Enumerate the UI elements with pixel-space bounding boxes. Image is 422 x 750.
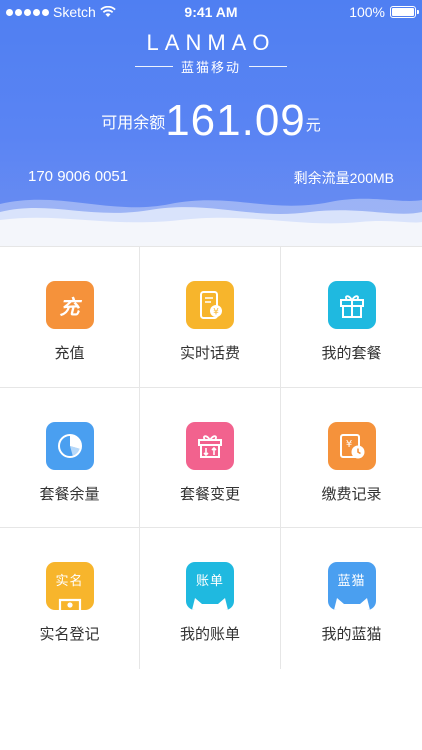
header-wave-decoration — [0, 198, 422, 246]
logo-divider — [134, 66, 173, 67]
menu-item-label: 缴费记录 — [321, 485, 382, 503]
menu-item-package-balance[interactable]: 套餐余量 — [0, 388, 140, 528]
payment-record-icon: ¥ — [327, 422, 376, 470]
menu-item-label: 充值 — [54, 344, 85, 362]
menu-item-label: 我的蓝猫 — [321, 625, 382, 643]
menu-item-label: 实时话费 — [179, 344, 240, 362]
package-change-icon — [186, 422, 234, 470]
pie-chart-icon — [45, 422, 94, 470]
bill-cat-icon: 账单 — [186, 562, 234, 610]
balance-amount: 161.09 — [165, 96, 306, 145]
phone-bill-icon: ¥ — [186, 281, 234, 329]
menu-item-recharge[interactable]: 充 充值 — [0, 247, 140, 388]
traffic-value: 200MB — [349, 170, 394, 186]
lanmao-glyph: 蓝猫 — [337, 574, 366, 589]
status-bar: Sketch 9:41 AM 100% — [0, 0, 422, 26]
lanmao-logo: LANMAO 蓝猫移动 — [0, 30, 422, 76]
balance-unit: 元 — [305, 116, 321, 134]
svg-text:¥: ¥ — [213, 308, 219, 318]
menu-item-real-name[interactable]: 实名 实名登记 — [0, 528, 140, 669]
menu-item-label: 我的套餐 — [321, 344, 382, 362]
account-header: Sketch 9:41 AM 100% LANMAO 蓝猫移动 可用余额161.… — [0, 0, 422, 246]
logo-subtitle: 蓝猫移动 — [180, 61, 241, 76]
menu-item-package-change[interactable]: 套餐变更 — [140, 388, 281, 528]
logo-divider — [249, 66, 287, 67]
menu-item-payment-record[interactable]: ¥ 缴费记录 — [281, 388, 422, 528]
battery-icon — [390, 6, 419, 18]
logo-wordmark: LANMAO — [146, 30, 276, 55]
menu-item-label: 我的账单 — [179, 625, 240, 643]
bill-glyph: 账单 — [195, 574, 224, 589]
phone-number: 170 9006 0051 — [28, 168, 129, 185]
lanmao-cat-icon: 蓝猫 — [327, 562, 376, 610]
real-name-icon: 实名 — [45, 562, 94, 610]
real-name-glyph: 实名 — [55, 574, 84, 589]
menu-item-label: 套餐余量 — [39, 485, 100, 503]
battery-percent: 100% — [349, 4, 385, 20]
menu-item-label: 套餐变更 — [179, 485, 240, 503]
gift-box-icon — [327, 281, 376, 329]
svg-text:¥: ¥ — [345, 439, 351, 450]
recharge-icon: 充 — [45, 281, 94, 329]
traffic-label: 剩余流量 — [293, 171, 350, 187]
menu-item-my-package[interactable]: 我的套餐 — [281, 247, 422, 388]
menu-item-my-bill[interactable]: 账单 我的账单 — [140, 528, 281, 669]
balance-display: 可用余额161.09元 — [0, 96, 422, 146]
menu-item-my-lanmao[interactable]: 蓝猫 我的蓝猫 — [281, 528, 422, 669]
menu-item-realtime-bill[interactable]: ¥ 实时话费 — [140, 247, 281, 388]
menu-item-label: 实名登记 — [39, 625, 100, 643]
balance-label: 可用余额 — [101, 113, 166, 132]
service-menu-grid: 充 充值 ¥ 实时话费 我的套餐 套餐余量 套餐变更 ¥ 缴费记录 实名 实名登… — [0, 246, 422, 669]
remaining-traffic: 剩余流量200MB — [294, 168, 394, 188]
recharge-glyph: 充 — [59, 294, 80, 319]
